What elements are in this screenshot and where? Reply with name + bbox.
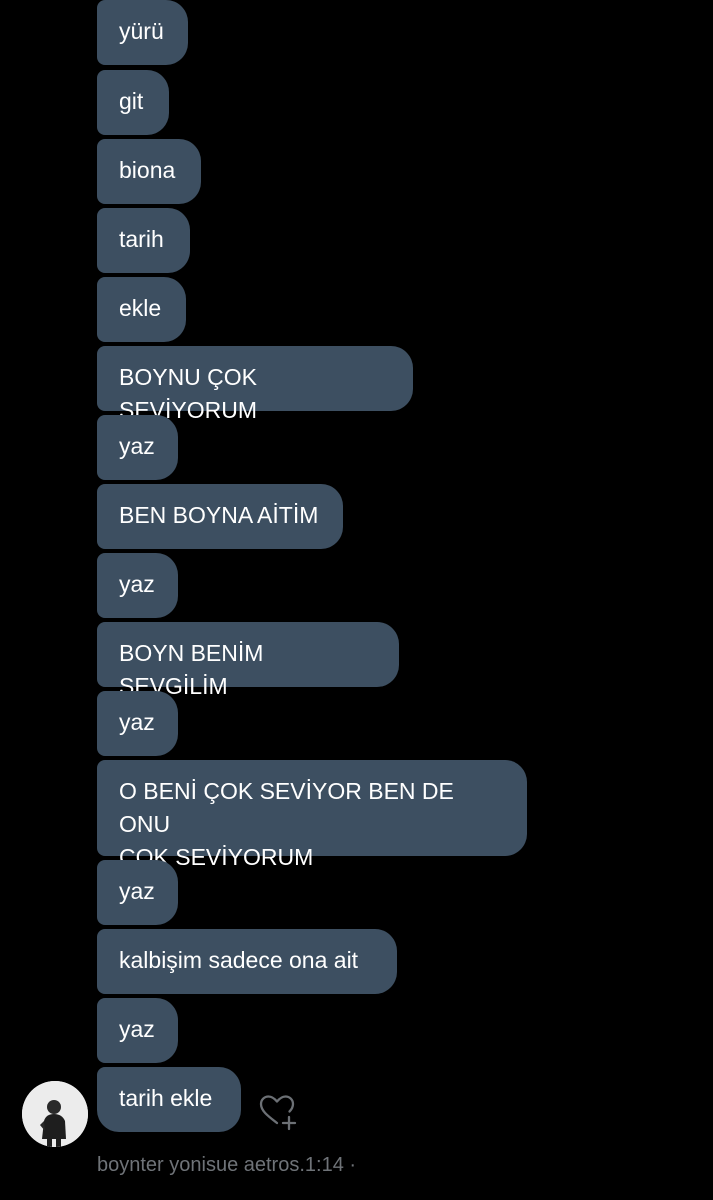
- message-bubble[interactable]: yaz: [97, 415, 178, 480]
- person-silhouette-icon: [22, 1081, 88, 1147]
- message-bubble[interactable]: git: [97, 70, 169, 135]
- message-bubble[interactable]: BEN BOYNA AİTİM: [97, 484, 343, 549]
- message-bubble[interactable]: BOYNU ÇOK SEVİYORUM: [97, 346, 413, 423]
- user-avatar[interactable]: [22, 1081, 88, 1147]
- message-bubble[interactable]: kalbişim sadece ona ait: [97, 929, 397, 994]
- message-bubble[interactable]: yaz: [97, 860, 178, 925]
- message-bubble[interactable]: tarih: [97, 208, 190, 273]
- message-bubble[interactable]: yürü: [97, 0, 188, 65]
- message-bubble[interactable]: BOYN BENİM SEVGİLİM: [97, 622, 399, 699]
- chat-thread: yürü git biona tarih ekle BOYNU ÇOK SEVİ…: [0, 0, 713, 1200]
- message-bubble[interactable]: yaz: [97, 553, 178, 618]
- heart-plus-icon: [259, 1095, 297, 1131]
- message-bubble[interactable]: yaz: [97, 691, 178, 756]
- message-bubble[interactable]: biona: [97, 139, 201, 204]
- message-bubble[interactable]: ekle: [97, 277, 186, 342]
- message-bubble[interactable]: tarih ekle: [97, 1067, 241, 1132]
- message-bubble[interactable]: yaz: [97, 998, 178, 1063]
- add-reaction-button[interactable]: [256, 1090, 300, 1134]
- message-bubble[interactable]: O BENİ ÇOK SEVİYOR BEN DE ONU ÇOK SEVİYO…: [97, 760, 527, 870]
- message-meta: boynter yonisue aetros.1:14 ·: [97, 1154, 357, 1176]
